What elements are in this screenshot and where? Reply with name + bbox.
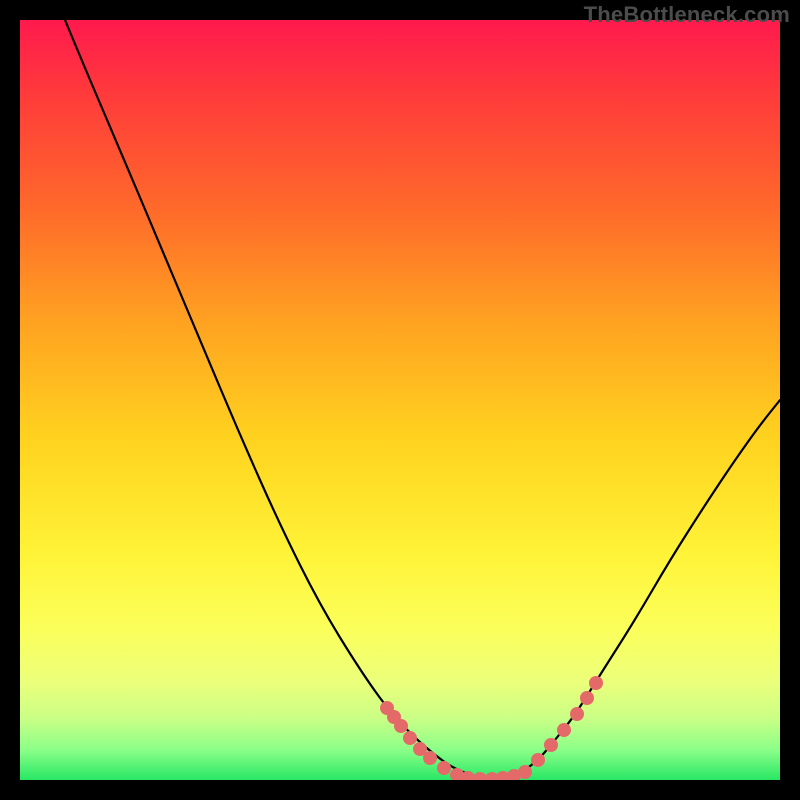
curve-right — [492, 400, 780, 780]
watermark-label: TheBottleneck.com — [584, 2, 790, 28]
curves-group — [65, 20, 780, 780]
data-marker — [423, 751, 437, 765]
data-marker — [531, 753, 545, 767]
data-marker — [394, 719, 408, 733]
chart-container: TheBottleneck.com — [0, 0, 800, 800]
data-marker — [518, 765, 532, 779]
curve-left — [65, 20, 488, 780]
data-marker — [473, 772, 487, 780]
gradient-panel — [20, 20, 780, 780]
markers-group — [380, 676, 603, 780]
plot-svg — [20, 20, 780, 780]
data-marker — [544, 738, 558, 752]
data-marker — [557, 723, 571, 737]
data-marker — [580, 691, 594, 705]
data-marker — [403, 731, 417, 745]
data-marker — [570, 707, 584, 721]
data-marker — [437, 761, 451, 775]
data-marker — [589, 676, 603, 690]
